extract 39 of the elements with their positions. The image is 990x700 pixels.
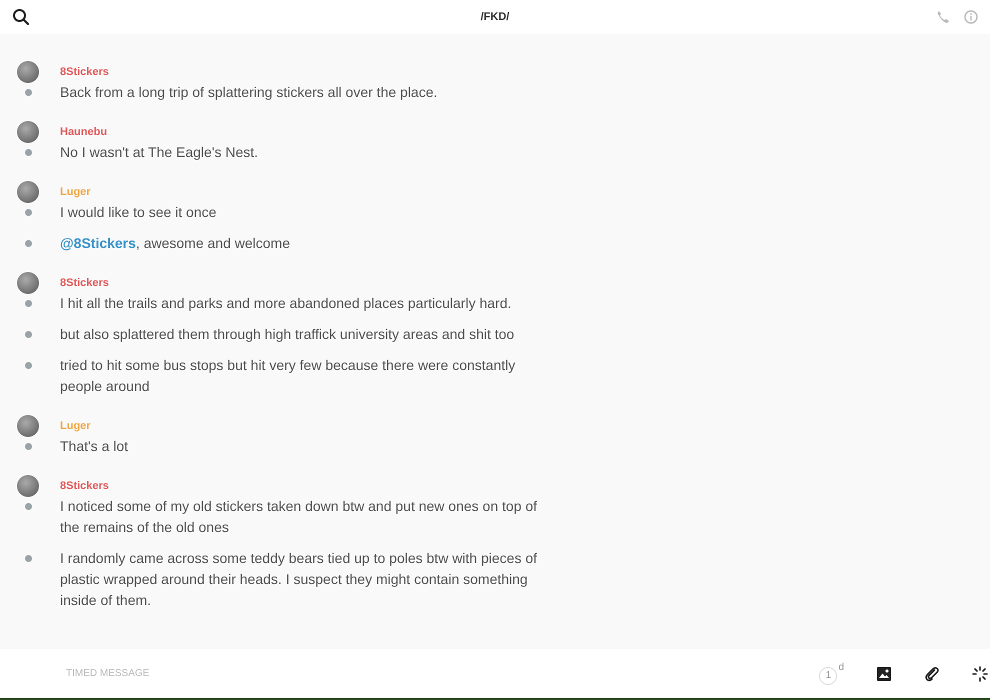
status-dot bbox=[24, 503, 32, 510]
avatar bbox=[17, 415, 39, 437]
message-text: I hit all the trails and parks and more abandoned places particularly hard. bbox=[60, 294, 512, 313]
avatar bbox=[17, 181, 39, 203]
status-dot bbox=[24, 443, 32, 450]
status-dot bbox=[24, 300, 32, 307]
message-text: @8Stickers, awesome and welcome bbox=[60, 234, 290, 253]
status-dot bbox=[24, 331, 32, 338]
status-dot bbox=[24, 149, 32, 156]
search-icon[interactable] bbox=[12, 8, 30, 26]
author-name[interactable]: Luger bbox=[60, 420, 91, 432]
author-name[interactable]: 8Stickers bbox=[60, 480, 109, 492]
author-name[interactable]: Luger bbox=[60, 186, 91, 198]
status-dot bbox=[24, 240, 32, 247]
message-text: tried to hit some bus stops but hit very few because there were constantly people around bbox=[60, 356, 516, 396]
message-text: I would like to see it once bbox=[60, 203, 216, 222]
author-name[interactable]: 8Stickers bbox=[60, 66, 109, 78]
avatar bbox=[17, 121, 39, 143]
channel-title: /FKD/ bbox=[480, 11, 510, 23]
message-text: No I wasn't at The Eagle's Nest. bbox=[60, 143, 258, 162]
avatar bbox=[17, 272, 39, 294]
status-dot bbox=[24, 89, 32, 96]
paperclip-icon[interactable] bbox=[924, 666, 940, 682]
image-icon[interactable] bbox=[876, 666, 892, 682]
message-text: but also splattered them through high traffick university areas and shit too bbox=[60, 325, 514, 344]
status-dot bbox=[24, 209, 32, 216]
message-input[interactable]: TIMED MESSAGE bbox=[64, 666, 468, 681]
author-name[interactable]: 8Stickers bbox=[60, 277, 109, 289]
author-name[interactable]: Haunebu bbox=[60, 126, 108, 138]
mention-link[interactable]: @8Stickers bbox=[60, 235, 136, 251]
status-dot bbox=[24, 362, 32, 369]
message-text: I randomly came across some teddy bears tied up to poles btw with pieces of plastic wrapped around their heads. I suspect they might contain something inside of them. bbox=[60, 549, 538, 610]
message-text: That's a lot bbox=[60, 437, 128, 456]
status-dot bbox=[24, 555, 32, 562]
message-text: Back from a long trip of splattering stickers all over the place. bbox=[60, 83, 438, 102]
avatar bbox=[17, 61, 39, 83]
spinner-icon bbox=[972, 666, 988, 682]
avatar bbox=[17, 475, 39, 497]
message-text: I noticed some of my old stickers taken down btw and put new ones on top of the remains of the old ones bbox=[60, 497, 538, 537]
